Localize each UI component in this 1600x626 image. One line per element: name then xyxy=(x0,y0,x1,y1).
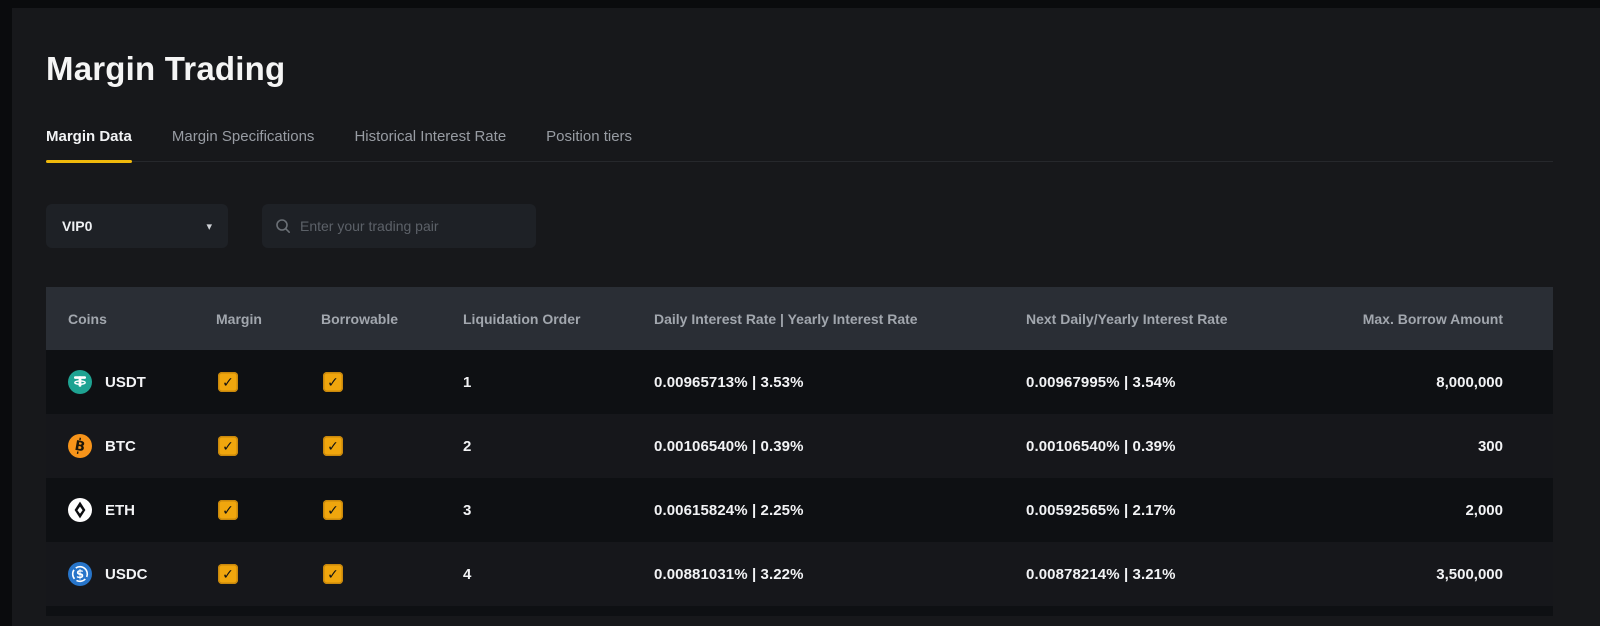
next-daily-yearly-rate-value: 0.00878214% | 3.21% xyxy=(1026,566,1334,583)
checkmark-icon: ✓ xyxy=(222,439,234,453)
vip-level-selected-value: VIP0 xyxy=(62,218,92,234)
daily-yearly-rate-value: 0.00881031% | 3.22% xyxy=(654,566,1026,583)
max-borrow-amount-value: 8,000,000 xyxy=(1334,374,1503,391)
tab-position-tiers[interactable]: Position tiers xyxy=(546,128,632,161)
next-daily-yearly-rate-value: 0.00967995% | 3.54% xyxy=(1026,374,1334,391)
coin-label: ETH xyxy=(105,502,135,519)
margin-checkbox-usdt[interactable]: ✓ xyxy=(218,372,238,392)
svg-text:$: $ xyxy=(76,567,84,581)
usdt-coin-icon xyxy=(68,370,92,394)
liquidation-order-value: 3 xyxy=(463,502,654,519)
borrowable-checkbox-usdc[interactable]: ✓ xyxy=(323,564,343,584)
column-header-daily-yearly-rate: Daily Interest Rate | Yearly Interest Ra… xyxy=(654,311,1026,327)
liquidation-order-value: 1 xyxy=(463,374,654,391)
checkmark-icon: ✓ xyxy=(327,503,339,517)
coin-cell: $ USDC xyxy=(68,562,216,586)
margin-data-table: Coins Margin Borrowable Liquidation Orde… xyxy=(46,287,1553,616)
liquidation-order-value: 4 xyxy=(463,566,654,583)
checkmark-icon: ✓ xyxy=(327,567,339,581)
coin-cell: USDT xyxy=(68,370,216,394)
max-borrow-amount-value: 300 xyxy=(1334,438,1503,455)
checkmark-icon: ✓ xyxy=(327,439,339,453)
coin-cell: B BTC xyxy=(68,434,216,458)
coin-cell: ETH xyxy=(68,498,216,522)
search-icon xyxy=(275,218,291,234)
margin-checkbox-btc[interactable]: ✓ xyxy=(218,436,238,456)
tab-margin-data[interactable]: Margin Data xyxy=(46,128,132,161)
daily-yearly-rate-value: 0.00106540% | 0.39% xyxy=(654,438,1026,455)
column-header-liquidation-order: Liquidation Order xyxy=(463,311,654,327)
liquidation-order-value: 2 xyxy=(463,438,654,455)
filter-bar: VIP0 ▾ xyxy=(46,204,1553,248)
btc-coin-icon: B xyxy=(68,434,92,458)
usdc-coin-icon: $ xyxy=(68,562,92,586)
column-header-next-daily-yearly-rate: Next Daily/Yearly Interest Rate xyxy=(1026,311,1334,327)
table-row-partial xyxy=(46,606,1553,616)
margin-checkbox-usdc[interactable]: ✓ xyxy=(218,564,238,584)
next-daily-yearly-rate-value: 0.00592565% | 2.17% xyxy=(1026,502,1334,519)
tab-margin-specifications[interactable]: Margin Specifications xyxy=(172,128,315,161)
column-header-borrowable: Borrowable xyxy=(321,311,463,327)
coin-label: USDT xyxy=(105,374,146,391)
vip-level-dropdown[interactable]: VIP0 ▾ xyxy=(46,204,228,248)
checkmark-icon: ✓ xyxy=(222,375,234,389)
daily-yearly-rate-value: 0.00615824% | 2.25% xyxy=(654,502,1026,519)
checkmark-icon: ✓ xyxy=(327,375,339,389)
tab-historical-interest-rate[interactable]: Historical Interest Rate xyxy=(354,128,506,161)
checkmark-icon: ✓ xyxy=(222,503,234,517)
daily-yearly-rate-value: 0.00965713% | 3.53% xyxy=(654,374,1026,391)
table-row-btc: BBTC✓✓20.00106540% | 0.39%0.00106540% | … xyxy=(46,414,1553,478)
borrowable-checkbox-eth[interactable]: ✓ xyxy=(323,500,343,520)
table-row-eth: ETH ✓ ✓ 30.00615824% | 2.25%0.00592565% | 2… xyxy=(46,478,1553,542)
search-input[interactable] xyxy=(300,218,523,234)
borrowable-checkbox-btc[interactable]: ✓ xyxy=(323,436,343,456)
borrowable-checkbox-usdt[interactable]: ✓ xyxy=(323,372,343,392)
next-daily-yearly-rate-value: 0.00106540% | 0.39% xyxy=(1026,438,1334,455)
table-header-row: Coins Margin Borrowable Liquidation Orde… xyxy=(46,287,1553,350)
max-borrow-amount-value: 2,000 xyxy=(1334,502,1503,519)
page-title: Margin Trading xyxy=(46,50,1553,88)
table-row-usdc: $ USDC ✓ ✓ 40.00881031% | 3.22%0.00878214% |… xyxy=(46,542,1553,606)
margin-trading-page: Margin Trading Margin Data Margin Specif… xyxy=(12,8,1600,626)
margin-checkbox-eth[interactable]: ✓ xyxy=(218,500,238,520)
trading-pair-search[interactable] xyxy=(262,204,536,248)
coin-label: USDC xyxy=(105,566,148,583)
column-header-margin: Margin xyxy=(216,311,321,327)
chevron-down-icon: ▾ xyxy=(206,220,212,233)
coin-label: BTC xyxy=(105,438,136,455)
column-header-coins: Coins xyxy=(68,311,216,327)
column-header-max-borrow: Max. Borrow Amount xyxy=(1334,311,1503,327)
tab-bar: Margin Data Margin Specifications Histor… xyxy=(46,128,1553,162)
eth-coin-icon xyxy=(68,498,92,522)
max-borrow-amount-value: 3,500,000 xyxy=(1334,566,1503,583)
table-row-usdt: USDT ✓ ✓ 10.00965713% | 3.53%0.00967995% | … xyxy=(46,350,1553,414)
table-body: USDT ✓ ✓ 10.00965713% | 3.53%0.00967995% | … xyxy=(46,350,1553,606)
checkmark-icon: ✓ xyxy=(222,567,234,581)
